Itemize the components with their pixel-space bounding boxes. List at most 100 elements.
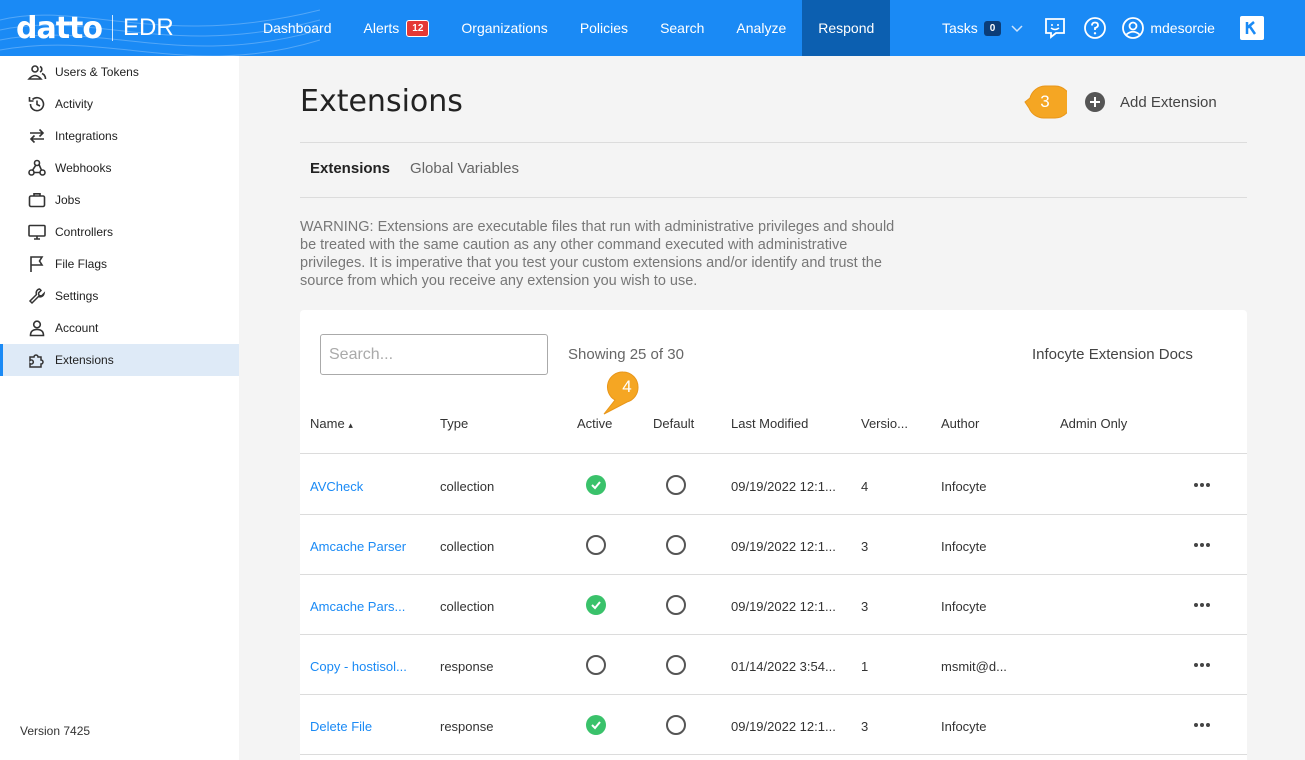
extension-type: collection — [440, 599, 495, 614]
extension-author: Infocyte — [941, 539, 987, 554]
extension-type: response — [440, 659, 494, 674]
table-row[interactable]: Amcache Pars... collection 09/19/2022 12:1… — [300, 575, 1247, 635]
extension-name-link[interactable]: Amcache Parser — [310, 539, 406, 554]
nav-search[interactable]: Search — [644, 0, 720, 56]
active-unchecked-radio[interactable] — [586, 655, 606, 675]
column-header-default[interactable]: Default — [653, 416, 694, 431]
active-checked-icon[interactable] — [586, 595, 606, 615]
sidebar-item-label: File Flags — [55, 257, 108, 271]
header-right: Tasks 0 mdesorcie — [930, 0, 1215, 56]
table-row[interactable]: Copy - hostisol... response 01/14/2022 3:5… — [300, 635, 1247, 695]
person-icon — [27, 318, 47, 338]
sort-asc-icon: ▴ — [348, 420, 353, 430]
settings-sidebar: Users & Tokens Activity Integrations Web… — [0, 56, 239, 760]
column-header-name[interactable]: Name ▴ — [310, 416, 353, 431]
more-options-icon[interactable] — [1192, 715, 1212, 735]
extension-docs-link[interactable]: Infocyte Extension Docs — [1032, 346, 1193, 363]
more-options-icon[interactable] — [1192, 595, 1212, 615]
tasks-count-badge: 0 — [983, 20, 1002, 36]
datto-edr-logo[interactable]: datto EDR — [16, 8, 174, 48]
extension-author: Infocyte — [941, 719, 987, 734]
default-unchecked-radio[interactable] — [666, 535, 686, 555]
column-name-label: Name — [310, 416, 345, 431]
extension-name-link[interactable]: Amcache Pars... — [310, 599, 405, 614]
nav-organizations[interactable]: Organizations — [445, 0, 563, 56]
briefcase-icon — [27, 190, 47, 210]
sidebar-item-settings[interactable]: Settings — [0, 280, 239, 312]
tasks-label: Tasks — [942, 20, 978, 36]
alerts-count-badge: 12 — [406, 19, 430, 37]
default-unchecked-radio[interactable] — [666, 595, 686, 615]
kaseya-logo-icon[interactable] — [1240, 16, 1264, 40]
nav-label: Dashboard — [263, 20, 332, 36]
sidebar-item-account[interactable]: Account — [0, 312, 239, 344]
callout-number: 3 — [1040, 92, 1050, 111]
username: mdesorcie — [1150, 20, 1215, 36]
sidebar-item-label: Account — [55, 321, 99, 335]
sidebar-item-jobs[interactable]: Jobs — [0, 184, 239, 216]
last-modified: 09/19/2022 12:1... — [731, 479, 836, 494]
tasks-menu[interactable]: Tasks 0 — [930, 20, 1035, 36]
brand-name: datto — [16, 10, 103, 46]
extension-name-link[interactable]: Copy - hostisol... — [310, 659, 407, 674]
nav-dashboard[interactable]: Dashboard — [247, 0, 348, 56]
column-header-author[interactable]: Author — [941, 416, 979, 431]
table-row[interactable]: Amcache Parser collection 09/19/2022 12:1.… — [300, 515, 1247, 575]
extension-version: 1 — [861, 659, 869, 674]
more-options-icon[interactable] — [1192, 535, 1212, 555]
logo-separator — [112, 15, 114, 41]
nav-respond[interactable]: Respond — [802, 0, 891, 56]
add-extension-label: Add Extension — [1120, 93, 1217, 111]
active-unchecked-radio[interactable] — [586, 535, 606, 555]
help-icon[interactable] — [1082, 15, 1108, 41]
sidebar-item-label: Settings — [55, 289, 99, 303]
sidebar-item-file-flags[interactable]: File Flags — [0, 248, 239, 280]
column-header-version[interactable]: Versio... — [861, 416, 908, 431]
sidebar-item-activity[interactable]: Activity — [0, 88, 239, 120]
default-unchecked-radio[interactable] — [666, 715, 686, 735]
table-row[interactable]: Delete File response 09/19/2022 12:1... 3 In… — [300, 695, 1247, 755]
default-unchecked-radio[interactable] — [666, 475, 686, 495]
add-extension-button[interactable]: Add Extension — [1084, 91, 1217, 113]
extensions-table-card: Showing 25 of 30 Infocyte Extension Docs… — [300, 310, 1247, 760]
column-header-active[interactable]: Active — [577, 416, 612, 431]
more-options-icon[interactable] — [1192, 475, 1212, 495]
extension-type: response — [440, 719, 494, 734]
extension-type: collection — [440, 479, 495, 494]
extension-name-link[interactable]: Delete File — [310, 719, 372, 734]
sidebar-item-controllers[interactable]: Controllers — [0, 216, 239, 248]
page-tabs: Extensions Global Variables — [310, 160, 539, 177]
extension-author: Infocyte — [941, 479, 987, 494]
user-menu[interactable]: mdesorcie — [1121, 16, 1215, 40]
active-checked-icon[interactable] — [586, 715, 606, 735]
showing-count: Showing 25 of 30 — [568, 346, 684, 363]
nav-alerts[interactable]: Alerts 12 — [348, 0, 446, 56]
tab-extensions[interactable]: Extensions — [310, 160, 390, 177]
nav-analyze[interactable]: Analyze — [720, 0, 802, 56]
monitor-icon — [27, 222, 47, 242]
column-header-last-modified[interactable]: Last Modified — [731, 416, 808, 431]
extension-name-link[interactable]: AVCheck — [310, 479, 363, 494]
sidebar-item-extensions[interactable]: Extensions — [0, 344, 239, 376]
chevron-down-icon — [1011, 25, 1023, 33]
search-input[interactable] — [320, 334, 548, 375]
extension-author: Infocyte — [941, 599, 987, 614]
nav-label: Organizations — [461, 20, 548, 36]
column-header-admin-only[interactable]: Admin Only — [1060, 416, 1127, 431]
default-unchecked-radio[interactable] — [666, 655, 686, 675]
sidebar-item-label: Extensions — [55, 353, 114, 367]
nav-label: Alerts — [363, 20, 400, 36]
more-options-icon[interactable] — [1192, 655, 1212, 675]
sidebar-item-integrations[interactable]: Integrations — [0, 120, 239, 152]
table-row[interactable]: AVCheck collection 09/19/2022 12:1... 4 Info… — [300, 455, 1247, 515]
sidebar-item-label: Webhooks — [55, 161, 112, 175]
sidebar-item-webhooks[interactable]: Webhooks — [0, 152, 239, 184]
tab-global-variables[interactable]: Global Variables — [410, 160, 519, 177]
active-checked-icon[interactable] — [586, 475, 606, 495]
sidebar-item-label: Jobs — [55, 193, 81, 207]
feedback-icon[interactable] — [1042, 15, 1068, 41]
nav-policies[interactable]: Policies — [564, 0, 644, 56]
user-circle-icon — [1122, 17, 1145, 39]
sidebar-item-users-tokens[interactable]: Users & Tokens — [0, 56, 239, 88]
column-header-type[interactable]: Type — [440, 416, 468, 431]
